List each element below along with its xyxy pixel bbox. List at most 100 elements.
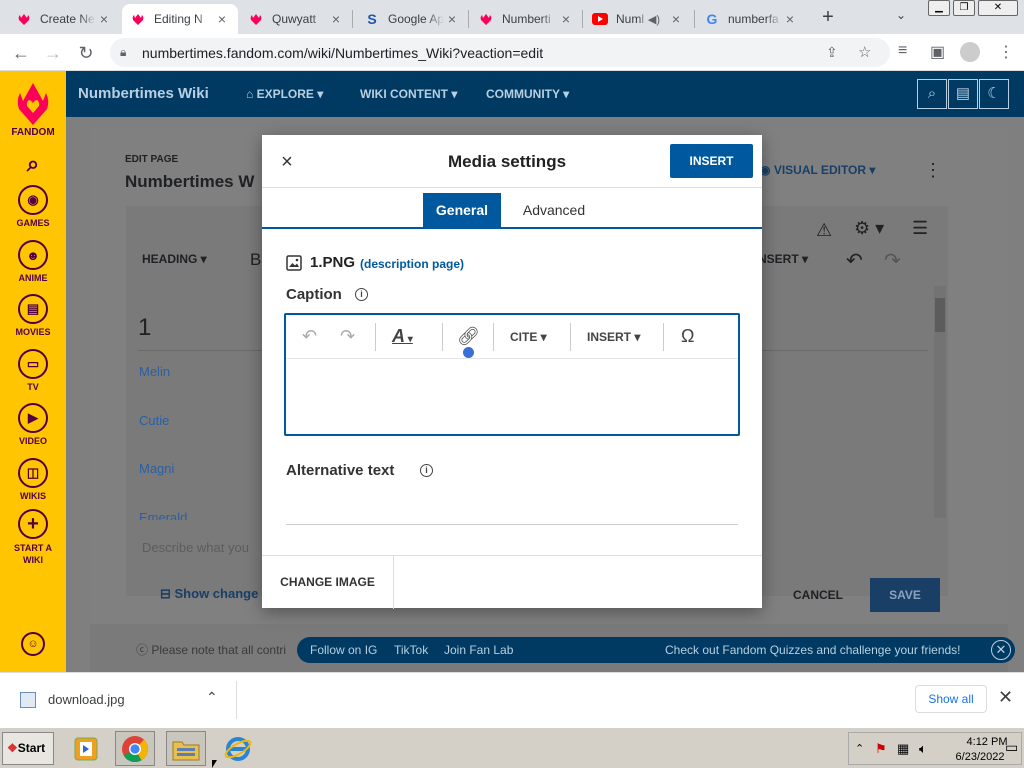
- browser-tab-active[interactable]: Editing N ×: [122, 4, 238, 34]
- rail-item-movies[interactable]: ▤ MOVIES: [0, 294, 66, 337]
- close-tab-icon[interactable]: ×: [558, 11, 574, 27]
- save-button[interactable]: SAVE: [870, 578, 940, 612]
- rail-item-anime[interactable]: ☻ ANIME: [0, 240, 66, 283]
- forward-arrow-icon[interactable]: →: [40, 40, 66, 66]
- cite-dropdown[interactable]: CITE ▾: [510, 330, 547, 344]
- content-link[interactable]: Magni: [139, 461, 174, 476]
- media-controls-icon[interactable]: ≡: [898, 42, 907, 60]
- close-icon[interactable]: ✕: [991, 640, 1011, 660]
- close-tab-icon[interactable]: ×: [96, 11, 112, 27]
- scrollbar[interactable]: [934, 286, 946, 518]
- browser-tab[interactable]: G numberfa ×: [696, 4, 806, 34]
- tab-search-chevron-icon[interactable]: ⌄: [896, 8, 906, 22]
- content-link[interactable]: Cutie: [139, 413, 169, 428]
- tab-general[interactable]: General: [423, 193, 501, 227]
- new-tab-button[interactable]: +: [816, 6, 840, 30]
- close-tab-icon[interactable]: ×: [328, 11, 344, 27]
- restore-window-icon[interactable]: ❐: [953, 0, 975, 16]
- warning-icon[interactable]: ⚠: [816, 220, 832, 241]
- settings-gear-icon[interactable]: ⚙ ▾: [854, 218, 884, 239]
- internet-explorer-icon[interactable]: [218, 731, 258, 766]
- hamburger-menu-icon[interactable]: ☰: [912, 218, 928, 239]
- insert-button[interactable]: INSERT: [670, 144, 753, 178]
- rail-user[interactable]: ☺: [0, 632, 66, 659]
- content-line[interactable]: 1: [138, 314, 151, 342]
- caption-input[interactable]: [286, 360, 738, 434]
- back-arrow-icon[interactable]: ←: [8, 40, 34, 66]
- kebab-menu-icon[interactable]: ⋮: [924, 160, 942, 181]
- heading-dropdown[interactable]: HEADING ▾: [142, 252, 207, 266]
- insert-dropdown[interactable]: NSERT ▾: [758, 252, 808, 266]
- insert-dropdown[interactable]: INSERT ▾: [587, 330, 640, 344]
- rail-search[interactable]: ⌕: [0, 151, 66, 177]
- quiz-promo-link[interactable]: Check out Fandom Quizzes and challenge y…: [665, 643, 961, 657]
- fandom-logo[interactable]: FANDOM: [0, 79, 66, 138]
- close-tab-icon[interactable]: ×: [444, 11, 460, 27]
- browser-tab[interactable]: Create Ne ×: [8, 4, 120, 34]
- redo-icon[interactable]: ↷: [340, 326, 355, 347]
- undo-icon[interactable]: ↶: [846, 248, 863, 273]
- kebab-menu-icon[interactable]: ⋮: [998, 42, 1014, 62]
- info-icon[interactable]: i: [355, 288, 368, 301]
- content-link[interactable]: Emerald: [139, 510, 187, 520]
- browser-tab[interactable]: Numl ◀) ×: [584, 4, 692, 34]
- network-warning-icon[interactable]: ⚑: [875, 741, 887, 757]
- chrome-icon[interactable]: [115, 731, 155, 766]
- rail-item-tv[interactable]: ▭ TV: [0, 349, 66, 392]
- info-icon[interactable]: i: [420, 464, 433, 477]
- url-text[interactable]: numbertimes.fandom.com/wiki/Numbertimes_…: [142, 45, 543, 61]
- omnibox[interactable]: 🔒︎ numbertimes.fandom.com/wiki/Numbertim…: [110, 38, 890, 67]
- bookmark-star-icon[interactable]: ☆: [858, 43, 871, 61]
- search-icon[interactable]: ⌕: [917, 79, 947, 109]
- summary-input[interactable]: Describe what you: [142, 540, 249, 555]
- nav-wiki-content[interactable]: WIKI CONTENT ▾: [360, 87, 457, 101]
- special-character-icon[interactable]: Ω: [681, 326, 694, 347]
- tiktok-link[interactable]: TikTok: [394, 643, 428, 657]
- download-item[interactable]: download.jpg: [48, 692, 125, 707]
- reload-icon[interactable]: ↻: [73, 40, 99, 66]
- link-icon[interactable]: 🔗︎: [457, 326, 480, 347]
- media-player-icon[interactable]: [66, 731, 106, 766]
- description-page-link[interactable]: (description page): [360, 257, 464, 271]
- close-tab-icon[interactable]: ×: [668, 11, 684, 27]
- bold-button[interactable]: B: [250, 250, 261, 270]
- rail-item-video[interactable]: ▶ VIDEO: [0, 403, 66, 446]
- profile-avatar-icon[interactable]: [960, 42, 980, 62]
- close-window-icon[interactable]: ✕: [978, 0, 1018, 16]
- file-explorer-icon[interactable]: [166, 731, 206, 766]
- rail-item-wikis[interactable]: ◫ WIKIS: [0, 458, 66, 501]
- show-all-button[interactable]: Show all: [915, 685, 987, 713]
- volume-icon[interactable]: 🔈︎: [919, 741, 927, 757]
- show-hidden-icons-chevron-icon[interactable]: ⌃: [855, 742, 864, 755]
- discussions-icon[interactable]: ▤: [948, 79, 978, 109]
- browser-tab[interactable]: Quwyatt ×: [240, 4, 352, 34]
- content-link[interactable]: Melin: [139, 364, 170, 379]
- follow-ig-link[interactable]: Follow on IG: [310, 643, 377, 657]
- show-changes-button[interactable]: ⊟ Show change: [160, 586, 258, 602]
- undo-icon[interactable]: ↶: [302, 326, 317, 347]
- tab-advanced[interactable]: Advanced: [508, 193, 600, 227]
- speaker-icon[interactable]: ◀): [648, 13, 660, 26]
- redo-icon[interactable]: ↷: [884, 248, 901, 273]
- text-style-icon[interactable]: A ▾: [392, 326, 413, 347]
- chevron-up-icon[interactable]: ⌃: [206, 689, 218, 706]
- rail-item-games[interactable]: ◉ GAMES: [0, 185, 66, 228]
- network-icon[interactable]: ▦: [897, 741, 909, 757]
- start-button[interactable]: ❖Start: [2, 732, 54, 765]
- wiki-name[interactable]: Numbertimes Wiki: [78, 85, 209, 102]
- lock-icon[interactable]: 🔒︎: [120, 45, 126, 60]
- visual-editor-toggle[interactable]: ◉ VISUAL EDITOR ▾: [760, 163, 875, 177]
- nav-explore[interactable]: ⌂ EXPLORE ▾: [246, 87, 323, 101]
- close-tab-icon[interactable]: ×: [214, 11, 230, 27]
- theme-moon-icon[interactable]: ☾: [979, 79, 1009, 109]
- browser-tab[interactable]: S Google Ap ×: [356, 4, 468, 34]
- change-image-button[interactable]: CHANGE IMAGE: [262, 556, 394, 609]
- show-desktop-icon[interactable]: ▭: [1005, 739, 1018, 756]
- rail-item-start-wiki[interactable]: + START A WIKI: [0, 509, 66, 566]
- browser-tab[interactable]: Numberti ×: [470, 4, 582, 34]
- minimize-window-icon[interactable]: ▁: [928, 0, 950, 16]
- join-fan-lab-link[interactable]: Join Fan Lab: [444, 643, 513, 657]
- close-icon[interactable]: ✕: [998, 687, 1013, 708]
- share-icon[interactable]: ⇪: [826, 44, 838, 61]
- nav-community[interactable]: COMMUNITY ▾: [486, 87, 569, 101]
